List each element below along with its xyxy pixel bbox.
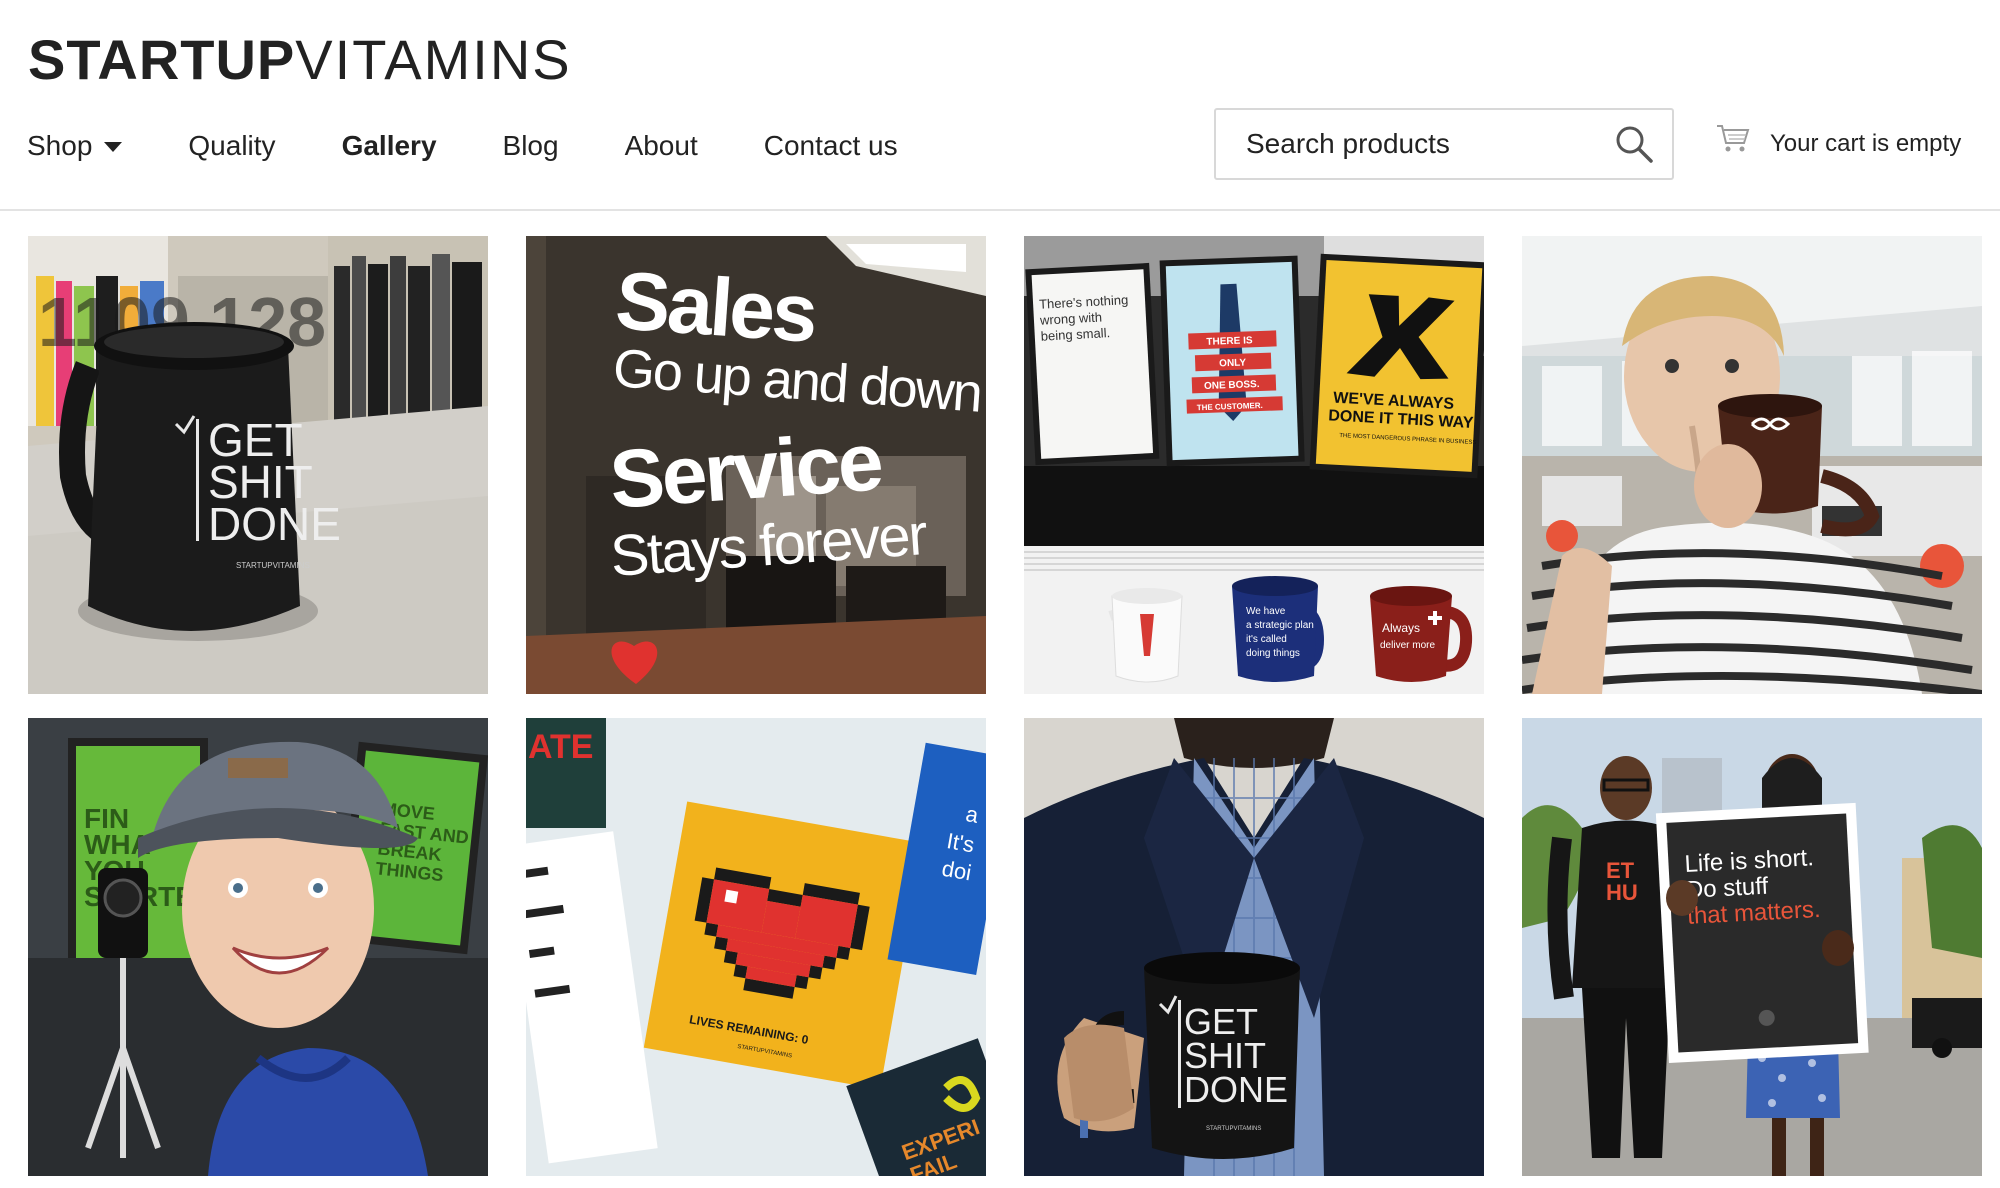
nav-item-shop[interactable]: Shop [27, 130, 123, 162]
brand-logo[interactable]: STARTUPVITAMINS [28, 32, 572, 88]
svg-text:HU: HU [1606, 880, 1638, 905]
svg-text:DONE: DONE [1184, 1069, 1288, 1110]
svg-text:ATE: ATE [528, 728, 593, 766]
main-nav: Shop Quality Gallery Blog About Contact … [27, 120, 964, 172]
gallery-photo-man-drinking-mug[interactable] [1522, 236, 1982, 694]
svg-text:it's called: it's called [1246, 634, 1287, 645]
logo-light-text: VITAMINS [295, 28, 572, 91]
svg-text:THERE IS: THERE IS [1206, 335, 1253, 348]
svg-text:doi: doi [940, 856, 973, 886]
svg-text:ONE BOSS.: ONE BOSS. [1204, 379, 1260, 392]
nav-item-gallery[interactable]: Gallery [342, 130, 437, 162]
photo-gallery: 1109 128 GET SHIT DONE STARTUPVITAMINS S… [28, 236, 1982, 1176]
svg-text:deliver more: deliver more [1380, 640, 1435, 651]
svg-text:a strategic plan: a strategic plan [1246, 620, 1314, 631]
site-header: STARTUPVITAMINS Shop Quality Gallery Blo… [0, 0, 2000, 211]
gallery-photo-pixel-heart-poster[interactable]: ATE LIVES REMAINING: 0 STARTUPVITAMINS a… [526, 718, 986, 1176]
search-box [1214, 108, 1674, 180]
svg-text:We have: We have [1246, 606, 1286, 617]
gallery-photo-man-with-cap[interactable]: FIN WHA YOU STARTE MOVE FAST AND BREAK T… [28, 718, 488, 1176]
svg-text:Always: Always [1382, 621, 1420, 635]
gallery-photo-couple-with-poster[interactable]: ET HU Life is short. Do stuff that matte… [1522, 718, 1982, 1176]
svg-text:DONE: DONE [208, 498, 341, 550]
svg-text:ONLY: ONLY [1219, 357, 1247, 369]
gallery-photo-sales-service-wall[interactable]: Sales Go up and down Service Stays forev… [526, 236, 986, 694]
logo-bold-text: STARTUP [28, 28, 296, 91]
svg-text:It's: It's [945, 828, 976, 857]
caret-down-icon [104, 142, 123, 152]
cart-status-text: Your cart is empty [1770, 130, 1962, 157]
search-input[interactable] [1246, 128, 1614, 160]
nav-item-quality[interactable]: Quality [188, 130, 275, 162]
gallery-photo-mug-on-table[interactable]: 1109 128 GET SHIT DONE STARTUPVITAMINS [28, 236, 488, 694]
nav-item-contact[interactable]: Contact us [764, 130, 898, 162]
gallery-photo-posters-and-mugs[interactable]: There's nothing wrong with being small. … [1024, 236, 1484, 694]
shopping-cart-icon [1717, 125, 1750, 152]
gallery-photo-man-holding-mug[interactable]: GET SHIT DONE STARTUPVITAMINS [1024, 718, 1484, 1176]
svg-text:doing things: doing things [1246, 648, 1300, 659]
svg-text:STARTUPVITAMINS: STARTUPVITAMINS [236, 561, 310, 570]
cart-link[interactable]: Your cart is empty [1716, 120, 1961, 168]
nav-item-label: Shop [27, 130, 93, 161]
search-icon[interactable] [1614, 124, 1654, 164]
svg-text:STARTUPVITAMINS: STARTUPVITAMINS [1206, 1126, 1261, 1132]
nav-item-about[interactable]: About [625, 130, 698, 162]
nav-item-blog[interactable]: Blog [503, 130, 559, 162]
